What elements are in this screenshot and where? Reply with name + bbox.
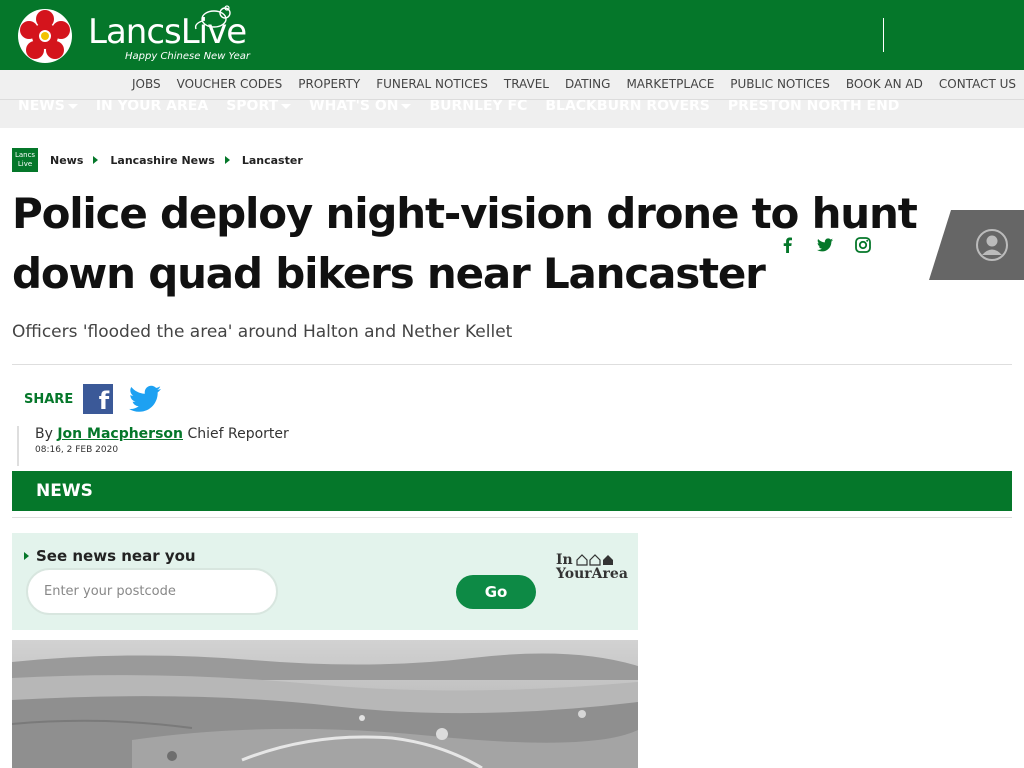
breadcrumb-logo-line2: Live	[17, 160, 33, 168]
breadcrumb-item-news[interactable]: News	[50, 153, 99, 167]
breadcrumb-label: News	[50, 153, 84, 167]
share-bar: SHARE f	[24, 384, 162, 415]
nav-label: IN YOUR AREA	[95, 100, 209, 114]
util-link-funeral-notices[interactable]: FUNERAL NOTICES	[376, 77, 488, 91]
util-link-jobs[interactable]: JOBS	[132, 77, 161, 91]
nav-item-whats-on[interactable]: WHAT'S ON	[309, 100, 412, 114]
thermal-landscape-image	[12, 640, 638, 768]
util-link-dating[interactable]: DATING	[565, 77, 610, 91]
logo-tagline: Happy Chinese New Year	[125, 51, 250, 62]
facebook-icon: f	[98, 387, 110, 415]
nav-item-preston-north-end[interactable]: PRESTON NORTH END	[728, 100, 900, 114]
iya-logo-line1: In	[556, 553, 628, 567]
nav-item-burnley-fc[interactable]: BURNLEY FC	[429, 100, 527, 114]
facebook-share-button[interactable]: f	[83, 384, 114, 415]
util-link-book-an-ad[interactable]: BOOK AN AD	[846, 77, 923, 91]
nav-label: SPORT	[226, 100, 279, 114]
news-near-you-title: See news near you	[24, 547, 196, 565]
news-near-you-widget: See news near you Go In YourArea	[12, 533, 638, 630]
red-rose-logo-icon[interactable]	[16, 8, 74, 64]
header-divider	[883, 18, 884, 52]
iya-logo-line2: YourArea	[556, 566, 628, 582]
article-byline: By Jon Macpherson Chief Reporter 08:16, …	[17, 426, 289, 466]
chevron-down-icon	[281, 103, 292, 109]
triangle-right-icon	[24, 552, 29, 560]
breadcrumb: Lancs Live News Lancashire News Lancaste…	[12, 148, 303, 172]
util-link-property[interactable]: PROPERTY	[298, 77, 360, 91]
author-role: Chief Reporter	[187, 426, 289, 442]
breadcrumb-logo-line1: Lancs	[14, 151, 36, 159]
site-header: LancsLive Happy Chinese New Year	[0, 0, 1024, 70]
byline-prefix: By	[35, 426, 53, 442]
nav-item-in-your-area[interactable]: IN YOUR AREA	[96, 100, 208, 114]
breadcrumb-home-logo[interactable]: Lancs Live	[12, 148, 38, 172]
main-nav: NEWS IN YOUR AREA SPORT WHAT'S ON BURNLE…	[0, 100, 1024, 128]
chevron-down-icon	[401, 103, 412, 109]
header-social-links	[768, 234, 882, 256]
article-standfirst: Officers 'flooded the area' around Halto…	[12, 322, 513, 342]
postcode-input[interactable]	[26, 568, 278, 615]
twitter-share-button[interactable]	[129, 384, 162, 414]
article-hero-image[interactable]	[12, 640, 638, 768]
go-button[interactable]: Go	[456, 575, 536, 609]
news-near-you-title-text: See news near you	[36, 547, 196, 565]
breadcrumb-label: Lancaster	[241, 153, 303, 167]
share-label: SHARE	[24, 391, 74, 407]
nav-label: WHAT'S ON	[309, 100, 399, 114]
nav-item-blackburn-rovers[interactable]: BLACKBURN ROVERS	[545, 100, 710, 114]
article-timestamp: 08:16, 2 FEB 2020	[35, 445, 119, 455]
logo-name-main: Lancs	[88, 12, 182, 52]
twitter-icon[interactable]	[806, 234, 844, 256]
util-link-voucher-codes[interactable]: VOUCHER CODES	[177, 77, 283, 91]
instagram-icon[interactable]	[844, 234, 882, 256]
chevron-right-icon	[224, 156, 230, 164]
utility-nav: JOBS VOUCHER CODES PROPERTY FUNERAL NOTI…	[0, 70, 1024, 100]
nav-item-sport[interactable]: SPORT	[226, 100, 292, 114]
nav-label: BLACKBURN ROVERS	[545, 100, 710, 114]
nav-label: BURNLEY FC	[429, 100, 528, 114]
nav-label: PRESTON NORTH END	[727, 100, 900, 114]
breadcrumb-item-lancashire-news[interactable]: Lancashire News	[110, 153, 230, 167]
util-link-marketplace[interactable]: MARKETPLACE	[626, 77, 714, 91]
rat-mascot-icon	[194, 5, 231, 30]
nav-item-news[interactable]: NEWS	[18, 100, 78, 114]
section-band: NEWS	[12, 471, 1012, 511]
breadcrumb-item-lancaster[interactable]: Lancaster	[242, 154, 303, 167]
facebook-icon[interactable]	[768, 234, 806, 256]
divider	[12, 364, 1012, 365]
util-link-contact-us[interactable]: CONTACT US	[939, 77, 1016, 91]
breadcrumb-label: Lancashire News	[110, 153, 215, 167]
divider	[12, 517, 1012, 518]
account-user-icon[interactable]	[929, 210, 1024, 280]
author-link[interactable]: Jon Macpherson	[57, 426, 183, 442]
chevron-down-icon	[67, 103, 78, 109]
section-band-label[interactable]: NEWS	[36, 481, 93, 501]
util-link-travel[interactable]: TRAVEL	[504, 77, 549, 91]
byline-text: By Jon Macpherson Chief Reporter	[35, 426, 289, 442]
in-your-area-logo[interactable]: In YourArea	[556, 553, 628, 581]
nav-label: NEWS	[18, 100, 65, 114]
iya-logo-in: In	[556, 552, 573, 568]
houses-icon	[576, 554, 613, 566]
chevron-right-icon	[93, 156, 99, 164]
util-link-public-notices[interactable]: PUBLIC NOTICES	[730, 77, 830, 91]
